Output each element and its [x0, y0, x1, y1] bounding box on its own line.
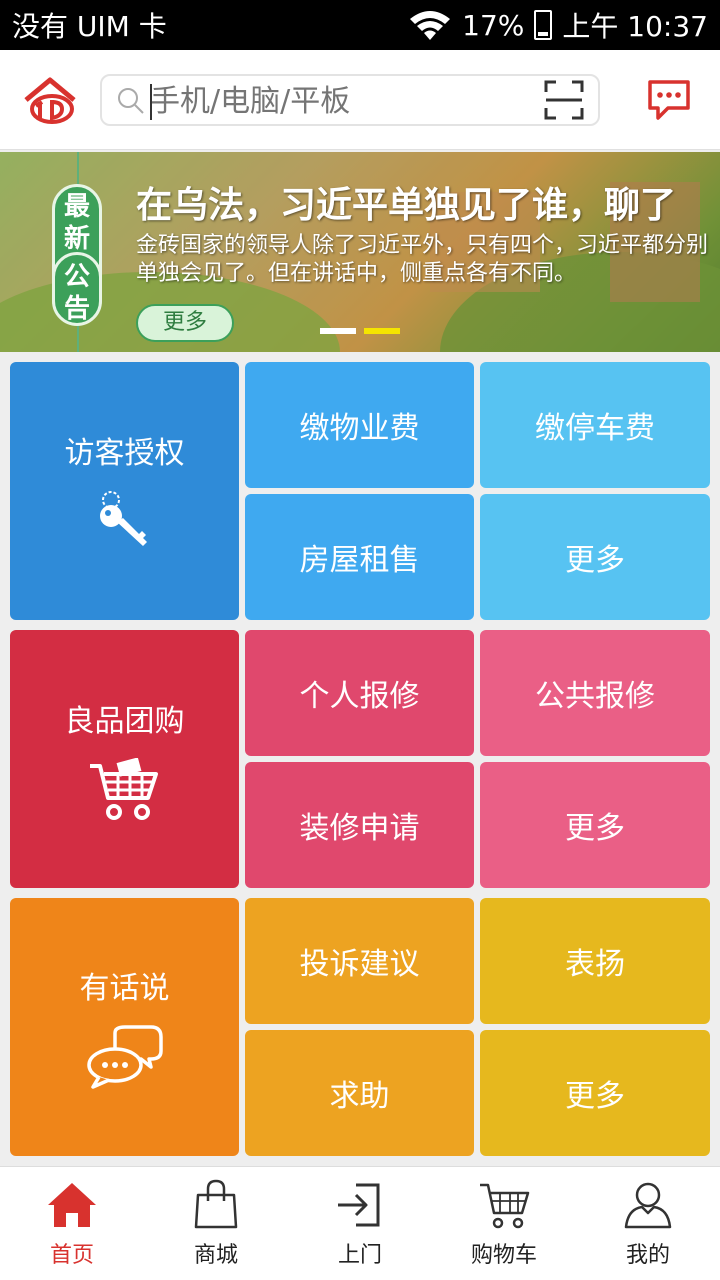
scan-icon[interactable] — [544, 80, 584, 120]
tile-label: 更多 — [565, 1079, 625, 1114]
tile-label: 房屋租售 — [299, 543, 420, 578]
user-icon — [624, 1182, 672, 1229]
shopping-bag-icon — [194, 1179, 238, 1229]
tab-label: 上门 — [337, 1243, 382, 1268]
more-property-tile[interactable]: 更多 — [480, 494, 710, 620]
visitor-auth-tile[interactable]: 访客授权 — [10, 362, 239, 620]
carousel-indicator — [320, 328, 400, 334]
tile-label: 公共报修 — [535, 679, 655, 714]
status-bar: 没有 UIM 卡 17% 上午 10:37 — [0, 0, 720, 50]
carrier-text: 没有 UIM 卡 — [12, 10, 167, 43]
tile-label: 表扬 — [565, 947, 625, 982]
clock-text: 上午 10:37 — [562, 10, 708, 43]
tile-label: 良品团购 — [64, 704, 185, 739]
text-cursor — [150, 84, 152, 120]
battery-icon — [534, 10, 553, 40]
help-tile[interactable]: 求助 — [245, 1030, 474, 1156]
tab-cart[interactable]: 购物车 — [432, 1167, 576, 1280]
feedback-tile[interactable]: 有话说 — [10, 898, 239, 1156]
cart-icon — [480, 1183, 530, 1229]
news-title[interactable]: 在乌法，习近平单独见了谁，聊了 — [136, 176, 676, 228]
tile-label: 求助 — [329, 1079, 390, 1114]
more-feedback-tile[interactable]: 更多 — [480, 1030, 710, 1156]
wifi-icon — [410, 11, 451, 40]
shopping-cart-icon — [89, 758, 158, 820]
announcement-banner[interactable]: 最 新 公 告 在乌法，习近平单独见了谁，聊了 金砖国家的领导人除了习近平外，只… — [0, 152, 720, 352]
top-header — [0, 50, 720, 150]
tile-label: 访客授权 — [64, 436, 185, 471]
tab-home[interactable]: 首页 — [0, 1167, 144, 1280]
logo-icon[interactable] — [22, 76, 78, 126]
tile-label: 装修申请 — [299, 811, 420, 846]
sign-in-icon — [338, 1183, 380, 1227]
tab-mall[interactable]: 商城 — [144, 1167, 288, 1280]
house-rental-tile[interactable]: 房屋租售 — [245, 494, 474, 620]
carousel-dot[interactable] — [320, 328, 356, 334]
search-icon — [118, 88, 144, 114]
bottom-tab-bar: 首页 商城 上门 购物车 我的 — [0, 1166, 720, 1280]
tab-mine[interactable]: 我的 — [576, 1167, 720, 1280]
tile-label: 个人报修 — [299, 679, 420, 714]
tab-door-service[interactable]: 上门 — [288, 1167, 432, 1280]
more-repair-tile[interactable]: 更多 — [480, 762, 710, 888]
personal-repair-tile[interactable]: 个人报修 — [245, 630, 474, 756]
group-buy-tile[interactable]: 良品团购 — [10, 630, 239, 888]
pay-property-fee-tile[interactable]: 缴物业费 — [245, 362, 474, 488]
carousel-dot[interactable] — [364, 328, 400, 334]
renovation-request-tile[interactable]: 装修申请 — [245, 762, 474, 888]
praise-tile[interactable]: 表扬 — [480, 898, 710, 1024]
tile-label: 缴停车费 — [535, 411, 655, 446]
tile-label: 缴物业费 — [299, 411, 420, 446]
tab-label: 我的 — [625, 1243, 670, 1268]
tile-label: 有话说 — [79, 971, 170, 1006]
complaint-suggestion-tile[interactable]: 投诉建议 — [245, 898, 474, 1024]
news-description: 金砖国家的领导人除了习近平外，只有四个，习近平都分别单独会见了。但在讲话中，侧重… — [136, 233, 709, 286]
key-icon — [99, 491, 147, 546]
tab-label: 商城 — [193, 1243, 238, 1268]
tab-label: 首页 — [49, 1243, 94, 1268]
tab-label: 购物车 — [470, 1243, 537, 1268]
tile-label: 投诉建议 — [299, 947, 420, 982]
tile-label: 更多 — [565, 811, 625, 846]
badge-char: 告 — [63, 294, 90, 324]
badge-char: 新 — [63, 224, 90, 254]
tile-label: 更多 — [565, 543, 625, 578]
more-button[interactable]: 更多 — [136, 304, 234, 342]
search-box[interactable] — [100, 74, 600, 126]
home-icon — [48, 1183, 96, 1227]
pay-parking-fee-tile[interactable]: 缴停车费 — [480, 362, 710, 488]
search-input[interactable] — [150, 80, 530, 122]
battery-percent: 17% — [462, 8, 525, 42]
message-icon[interactable] — [646, 78, 692, 122]
public-repair-tile[interactable]: 公共报修 — [480, 630, 710, 756]
announcement-badge-lower: 公 告 — [52, 252, 102, 352]
chat-bubbles-icon — [86, 1025, 163, 1089]
